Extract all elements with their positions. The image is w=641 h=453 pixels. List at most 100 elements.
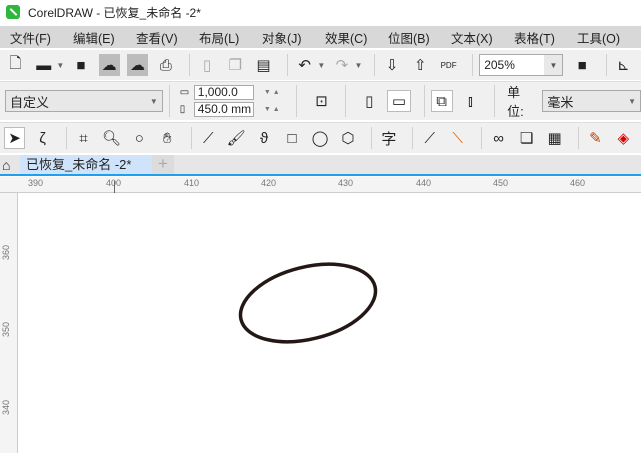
landscape-icon[interactable]: ▭	[387, 90, 411, 112]
menu-edit[interactable]: 编辑(E)	[63, 28, 126, 47]
divider	[189, 54, 191, 76]
page-height-input[interactable]: 450.0 mm	[193, 102, 254, 117]
property-bar: 自定义▼ ▭1,000.0 mm▼ ▲ ▯450.0 mm▼ ▲ ⊡ ▯ ▭ ⧉…	[0, 81, 641, 120]
horizontal-ruler[interactable]: 390 400 410 420 430 440 450 460	[0, 177, 641, 193]
zoom-value: 205%	[484, 58, 515, 72]
cut-icon[interactable]: ▯	[196, 54, 217, 76]
divider	[412, 127, 414, 149]
ruler-label: 410	[184, 178, 200, 188]
menu-view[interactable]: 查看(V)	[126, 28, 189, 47]
menu-bitmaps[interactable]: 位图(B)	[378, 28, 441, 47]
zoom-tool-icon[interactable]: 🔍︎	[101, 127, 122, 149]
shape-tool-icon[interactable]: ζ	[32, 127, 53, 149]
zoom-out-tool-icon[interactable]: ○	[129, 127, 150, 149]
document-tab-bar: ⌂ 已恢复_未命名 -2* +	[0, 155, 641, 176]
rulers-icon[interactable]: ⊾	[613, 54, 634, 76]
tab-document[interactable]: 已恢复_未命名 -2*	[20, 155, 152, 174]
cursor-marker	[114, 181, 115, 193]
current-page-icon[interactable]: ⫾	[460, 90, 482, 112]
undo-icon[interactable]: ↶	[294, 54, 315, 76]
divider	[295, 85, 297, 117]
transparency-icon[interactable]: ▦	[544, 127, 565, 149]
print-icon[interactable]: ⎙	[155, 54, 176, 76]
ruler-label: 420	[261, 178, 277, 188]
ellipse-shape[interactable]	[232, 251, 383, 354]
window-title: CorelDRAW - 已恢复_未命名 -2*	[28, 5, 201, 20]
menu-tools[interactable]: 工具(O)	[567, 28, 630, 47]
divider	[605, 54, 607, 76]
export-icon[interactable]: ⇧	[410, 54, 431, 76]
connector-tool-icon[interactable]: ⟍	[447, 127, 468, 149]
save-icon[interactable]: ■	[70, 54, 91, 76]
dimension-tool-icon[interactable]: ⟋	[419, 127, 440, 149]
redo-icon[interactable]: ↷	[331, 54, 352, 76]
menu-layout[interactable]: 布局(L)	[189, 28, 252, 47]
divider	[481, 127, 483, 149]
chevron-down-icon[interactable]: ▼	[317, 61, 325, 70]
full-screen-icon[interactable]: ■	[571, 54, 592, 76]
divider	[371, 127, 373, 149]
height-spinner[interactable]: ▼ ▲	[254, 106, 290, 113]
portrait-icon[interactable]: ▯	[358, 90, 380, 112]
blend-tool-icon[interactable]: ∞	[488, 127, 509, 149]
units-value: 毫米	[547, 94, 574, 110]
ruler-label: 430	[338, 178, 354, 188]
cloud-download-icon[interactable]: ☁	[98, 54, 120, 76]
home-icon[interactable]: ⌂	[2, 157, 10, 173]
freehand-tool-icon[interactable]: ⟋	[198, 127, 219, 149]
chevron-down-icon[interactable]: ▼	[56, 61, 64, 70]
toolbox: ➤ ζ ⌗ 🔍︎ ○ ✋︎ ⟋ 🖌︎ ϑ □ ◯ ⬡ 字 ⟋ ⟍ ∞ ❏ ▦ ✎…	[0, 122, 641, 153]
chevron-down-icon: ▼	[628, 96, 637, 106]
paste-icon[interactable]: ▤	[253, 54, 274, 76]
menu-table[interactable]: 表格(T)	[504, 28, 567, 47]
zoom-level-select[interactable]: 205% ▼	[479, 54, 564, 76]
pick-tool-icon[interactable]: ➤	[4, 127, 26, 149]
vertical-ruler[interactable]: 360 350 340	[0, 193, 18, 453]
polygon-tool-icon[interactable]: ⬡	[337, 127, 358, 149]
ruler-label: 450	[493, 178, 509, 188]
import-icon[interactable]: ⇩	[381, 54, 402, 76]
publish-pdf-icon[interactable]: PDF	[438, 54, 459, 76]
divider	[494, 85, 496, 117]
copy-icon[interactable]: ❐	[225, 54, 246, 76]
crop-tool-icon[interactable]: ⌗	[73, 127, 94, 149]
chevron-down-icon[interactable]: ▼	[355, 61, 363, 70]
eyedropper-icon[interactable]: ✎	[585, 127, 606, 149]
text-tool-icon[interactable]: 字	[378, 127, 399, 149]
menu-effects[interactable]: 效果(C)	[315, 28, 378, 47]
divider	[374, 54, 376, 76]
drawing-canvas[interactable]	[19, 194, 641, 453]
page-size-select[interactable]: 自定义 ▼	[5, 90, 163, 112]
chevron-down-icon: ▼	[149, 96, 158, 106]
width-spinner[interactable]: ▼ ▲	[254, 89, 290, 96]
divider	[287, 54, 289, 76]
units-select[interactable]: 毫米 ▼	[542, 90, 641, 112]
ruler-label: 460	[570, 178, 586, 188]
new-tab-plus-icon[interactable]: +	[152, 155, 174, 174]
divider	[345, 85, 347, 117]
artistic-media-icon[interactable]: 🖌︎	[226, 127, 247, 149]
menu-file[interactable]: 文件(F)	[0, 28, 63, 47]
menu-text[interactable]: 文本(X)	[441, 28, 504, 47]
title-bar: CorelDRAW - 已恢复_未命名 -2*	[0, 0, 641, 24]
standard-toolbar: 🗋 ▬ ▼ ■ ☁ ☁ ⎙ ▯ ❐ ▤ ↶ ▼ ↷ ▼ ⇩ ⇧ PDF 205% ▼ ■…	[0, 50, 641, 80]
page-size-value: 自定义	[10, 94, 50, 110]
new-document-icon[interactable]: 🗋	[5, 54, 26, 76]
spiral-curve-icon[interactable]: ϑ	[254, 127, 275, 149]
ellipse-tool-icon[interactable]: ◯	[310, 127, 331, 149]
menu-object[interactable]: 对象(J)	[252, 28, 315, 47]
interactive-fill-icon[interactable]: ◈	[613, 127, 634, 149]
apply-to-all-pages-icon[interactable]: ⊡	[311, 90, 333, 112]
all-pages-icon[interactable]: ⧉	[430, 90, 453, 112]
drop-shadow-icon[interactable]: ❏	[516, 127, 537, 149]
page-width-input[interactable]: 1,000.0 mm	[193, 85, 254, 112]
pan-tool-icon[interactable]: ✋︎	[157, 127, 178, 149]
open-folder-icon[interactable]: ▬	[33, 54, 54, 76]
units-label: 单位:	[507, 85, 524, 119]
ruler-label: 360	[1, 244, 11, 260]
cloud-upload-icon[interactable]: ☁	[126, 54, 149, 76]
ruler-label: 350	[1, 321, 11, 337]
divider	[472, 54, 474, 76]
divider	[578, 127, 579, 149]
rectangle-tool-icon[interactable]: □	[282, 127, 303, 149]
